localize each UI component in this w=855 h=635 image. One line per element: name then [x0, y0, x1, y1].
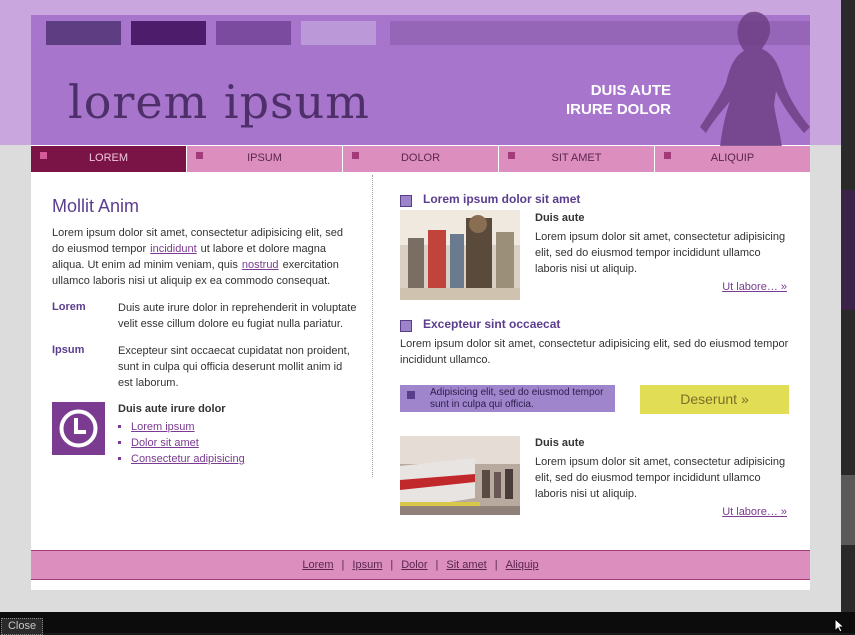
lightbox-bottom-bar: Close — [0, 612, 855, 635]
header-color-block — [216, 21, 291, 45]
def-text: Excepteur sint occaecat cupidatat non pr… — [118, 345, 350, 389]
site-logo: lorem ipsum — [68, 75, 370, 129]
section2-title: Excepteur sint occaecat — [423, 317, 561, 331]
nav-item-sit-amet[interactable]: SIT AMET — [499, 146, 654, 172]
list-item: Dolor sit amet — [131, 435, 245, 451]
preview-page: lorem ipsum DUIS AUTE IRURE DOLOR LOREM … — [31, 11, 810, 590]
header-tagline: DUIS AUTE IRURE DOLOR — [531, 81, 671, 119]
header-color-block — [131, 21, 206, 45]
background-shape — [841, 475, 855, 545]
footer-separator: | — [341, 559, 345, 571]
list-item: Consectetur adipisicing — [131, 451, 245, 467]
footer-link-sit-amet[interactable]: Sit amet — [446, 559, 486, 571]
left-paragraph: Lorem ipsum dolor sit amet, consectetur … — [52, 225, 352, 289]
nav-item-dolor[interactable]: DOLOR — [343, 146, 498, 172]
crowd-photo — [400, 210, 520, 300]
header-color-block — [301, 21, 376, 45]
left-heading: Mollit Anim — [52, 196, 140, 216]
nav-item-ipsum[interactable]: IPSUM — [187, 146, 342, 172]
section1-more-link[interactable]: Ut labore… » — [722, 281, 787, 293]
section3-subtitle: Duis aute — [535, 437, 585, 449]
section1-title: Lorem ipsum dolor sit amet — [423, 192, 581, 206]
nav-label: SIT AMET — [551, 152, 602, 164]
nav-label: LOREM — [88, 152, 129, 164]
site-footer: Lorem | Ipsum | Dolor | Sit amet | Aliquip — [31, 550, 810, 580]
nav-item-aliquip[interactable]: ALIQUIP — [655, 146, 810, 172]
woman-silhouette-image — [700, 11, 810, 147]
footer-separator: | — [390, 559, 394, 571]
footer-link-ipsum[interactable]: Ipsum — [352, 559, 382, 571]
column-divider — [372, 175, 373, 477]
nav-square-icon — [508, 152, 515, 159]
list-item: Lorem ipsum — [131, 419, 245, 435]
tagline-line: IRURE DOLOR — [566, 101, 671, 118]
tagline-line: DUIS AUTE — [590, 82, 671, 99]
footer-link-aliquip[interactable]: Aliquip — [506, 559, 539, 571]
section2-text: Lorem ipsum dolor sit amet, consectetur … — [400, 338, 789, 366]
link-list-title: Duis aute irure dolor — [118, 403, 226, 415]
train-photo — [400, 436, 520, 515]
nav-item-lorem[interactable]: LOREM — [31, 146, 186, 172]
nav-square-icon — [40, 152, 47, 159]
clock-icon — [52, 402, 105, 455]
nav-label: DOLOR — [400, 152, 441, 164]
nostrud-link[interactable]: nostrud — [242, 259, 279, 271]
nav-label: ALIQUIP — [710, 152, 755, 164]
lightbox-frame: lorem ipsum DUIS AUTE IRURE DOLOR LOREM … — [0, 0, 841, 612]
lorem-ipsum-link[interactable]: Lorem ipsum — [131, 421, 195, 433]
footer-link-dolor[interactable]: Dolor — [401, 559, 427, 571]
def-term: Lorem — [52, 301, 86, 313]
footer-separator: | — [494, 559, 498, 571]
footer-link-lorem[interactable]: Lorem — [302, 559, 333, 571]
section3-more-link[interactable]: Ut labore… » — [722, 506, 787, 518]
nav-label: IPSUM — [247, 152, 282, 164]
section1-subtitle: Duis aute — [535, 212, 585, 224]
background-strip — [841, 0, 855, 612]
note-box: Adipisicing elit, sed do eiusmod tempor … — [400, 385, 615, 412]
nav-square-icon — [196, 152, 203, 159]
nav-square-icon — [664, 152, 671, 159]
incididunt-link[interactable]: incididunt — [150, 243, 196, 255]
consectetur-adipisicing-link[interactable]: Consectetur adipisicing — [131, 453, 245, 465]
def-text: Duis aute irure dolor in reprehenderit i… — [118, 302, 357, 330]
section-square-icon — [400, 195, 412, 207]
deserunt-button[interactable]: Deserunt » — [640, 385, 789, 414]
link-list: Lorem ipsum Dolor sit amet Consectetur a… — [118, 419, 245, 467]
section-square-icon — [400, 320, 412, 332]
header-color-block — [46, 21, 121, 45]
footer-separator: | — [435, 559, 439, 571]
nav-square-icon — [352, 152, 359, 159]
mouse-cursor-icon — [834, 618, 846, 633]
section3-text: Lorem ipsum dolor sit amet, consectetur … — [535, 456, 786, 500]
dolor-sit-amet-link[interactable]: Dolor sit amet — [131, 437, 199, 449]
close-button[interactable]: Close — [1, 618, 43, 635]
background-shape — [841, 190, 855, 310]
site-header: lorem ipsum DUIS AUTE IRURE DOLOR — [31, 11, 810, 147]
note-text: Adipisicing elit, sed do eiusmod tempor … — [430, 387, 604, 410]
def-term: Ipsum — [52, 344, 85, 356]
main-nav: LOREM IPSUM DOLOR SIT AMET ALIQUIP — [31, 146, 810, 172]
note-square-icon — [407, 391, 415, 399]
section1-text: Lorem ipsum dolor sit amet, consectetur … — [535, 231, 786, 275]
